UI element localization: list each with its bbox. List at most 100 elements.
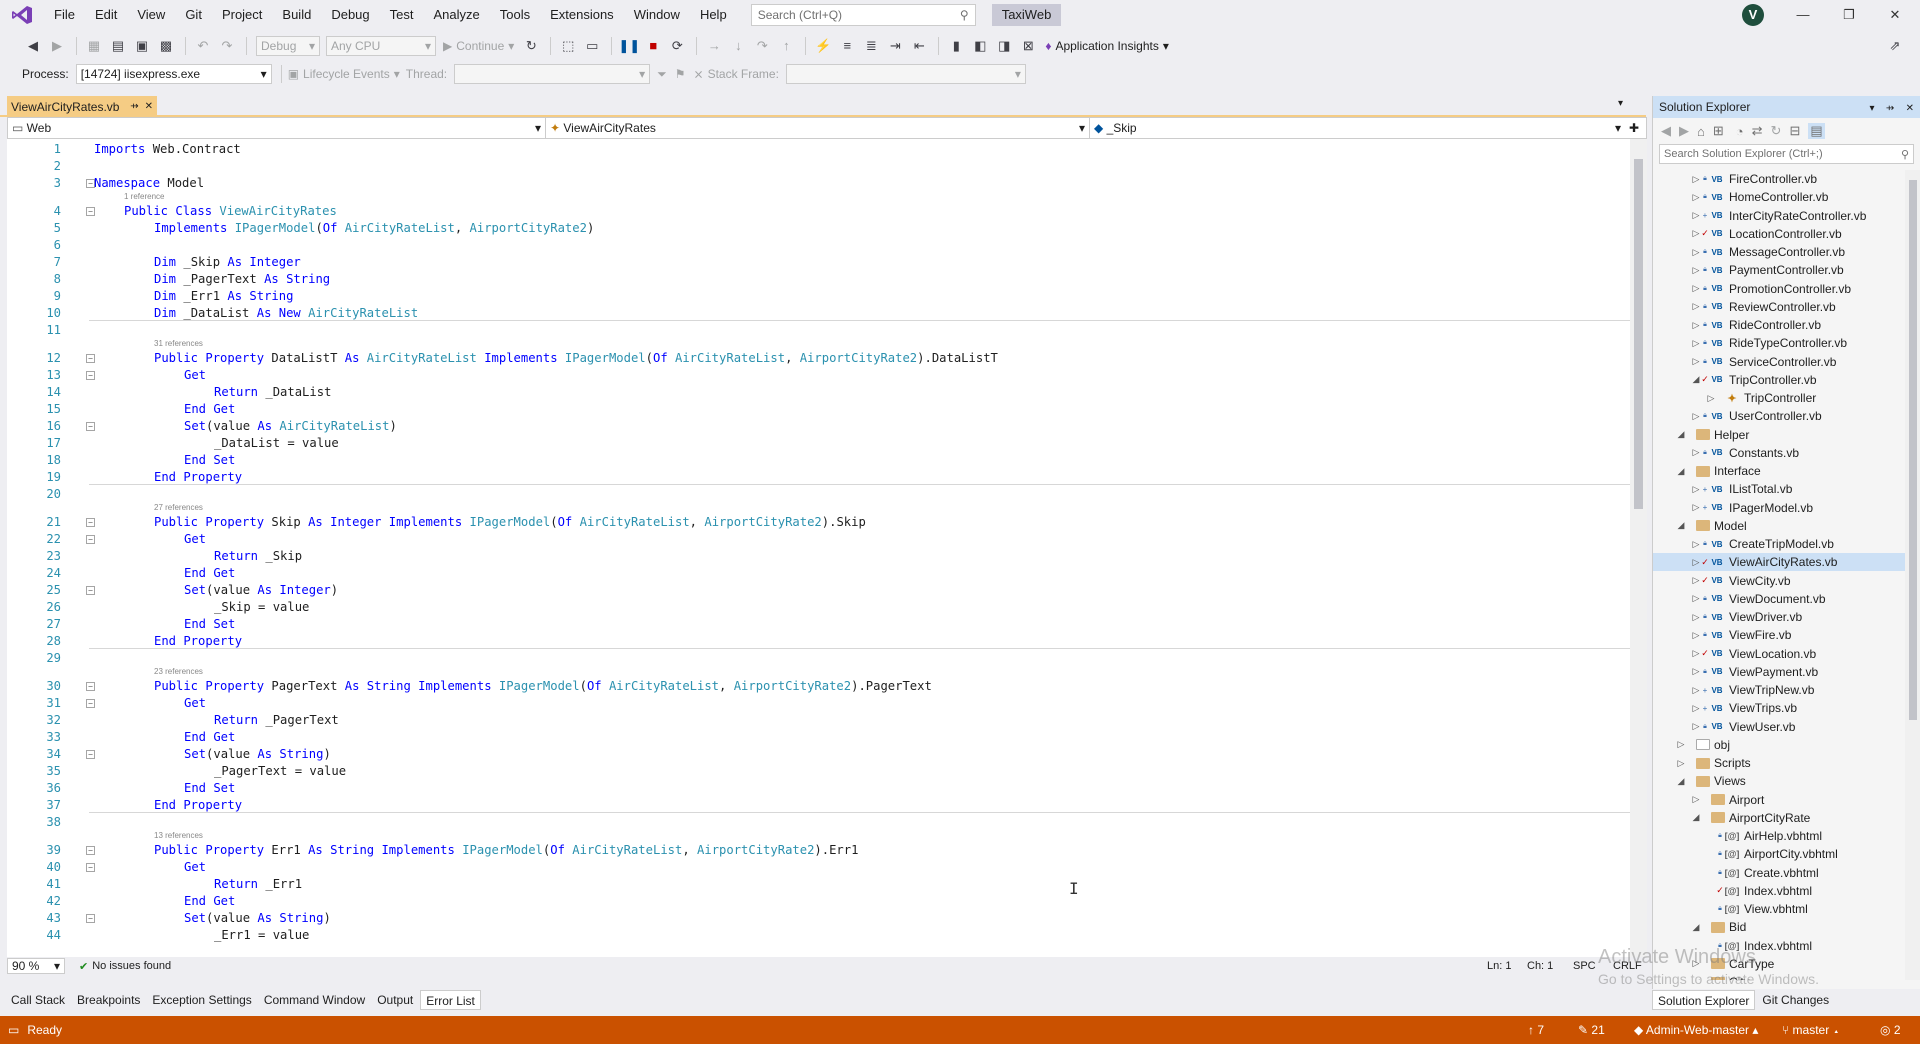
- collapse-region-icon[interactable]: −: [86, 586, 95, 595]
- menu-view[interactable]: View: [127, 0, 175, 30]
- collapse-region-icon[interactable]: −: [86, 682, 95, 691]
- uncomment-icon[interactable]: ≣: [860, 35, 882, 57]
- filter-icon[interactable]: ⏷: [657, 67, 667, 82]
- tree-item[interactable]: ▷ Airport: [1653, 791, 1905, 809]
- collapsed-arrow-icon[interactable]: ▷: [1691, 192, 1701, 203]
- code-line[interactable]: 39 − Public Property Err1 As String Implem…: [7, 842, 1627, 859]
- code-line[interactable]: 11: [7, 322, 1627, 339]
- tree-item[interactable]: ◢ Views: [1653, 772, 1905, 790]
- tree-item[interactable]: ▷ 🔒︎ VB HomeController.vb: [1653, 188, 1905, 206]
- collapse-region-icon[interactable]: −: [86, 422, 95, 431]
- code-line[interactable]: 6: [7, 237, 1627, 254]
- tree-item[interactable]: ◢ ✓ VB TripController.vb: [1653, 371, 1905, 389]
- step-over-icon[interactable]: ↷: [751, 35, 773, 57]
- thread-dropdown[interactable]: ▾: [454, 64, 651, 84]
- tree-item[interactable]: ▷ 🔒︎ VB Constants.vb: [1653, 444, 1905, 462]
- collapsed-arrow-icon[interactable]: ▷: [1691, 210, 1701, 221]
- process-dropdown[interactable]: [14724] iisexpress.exe ▾: [75, 64, 272, 84]
- code-line[interactable]: 5 Implements IPagerModel(Of AirCityRateLi…: [7, 220, 1627, 237]
- collapse-region-icon[interactable]: −: [86, 518, 95, 527]
- hot-reload-icon[interactable]: ⚡: [812, 35, 834, 57]
- tree-item[interactable]: ▷ 🔒︎ VB CreateTripModel.vb: [1653, 535, 1905, 553]
- code-line[interactable]: 42 End Get: [7, 893, 1627, 910]
- show-next-statement-icon[interactable]: →: [703, 35, 725, 57]
- code-line[interactable]: 3− Namespace Model: [7, 175, 1627, 192]
- menu-tools[interactable]: Tools: [490, 0, 540, 30]
- tab-output[interactable]: Output: [372, 990, 418, 1010]
- tab-git-changes[interactable]: Git Changes: [1757, 990, 1834, 1010]
- window-position-icon[interactable]: ▾: [1870, 103, 1875, 114]
- pin-icon[interactable]: ⇸: [130, 101, 138, 112]
- stop-icon[interactable]: ■: [642, 35, 664, 57]
- code-line[interactable]: 25 − Set(value As Integer): [7, 582, 1627, 599]
- collapse-region-icon[interactable]: −: [86, 699, 95, 708]
- code-line[interactable]: 43 − Set(value As String): [7, 910, 1627, 927]
- collapsed-arrow-icon[interactable]: ▷: [1691, 283, 1701, 294]
- tree-item[interactable]: ▷ + VB IPagerModel.vb: [1653, 499, 1905, 517]
- code-line[interactable]: 7 Dim _Skip As Integer: [7, 254, 1627, 271]
- switch-views-icon[interactable]: ⊞: [1713, 123, 1724, 139]
- forward-icon[interactable]: ▶: [1679, 123, 1689, 139]
- tree-item[interactable]: ▷ 🔒︎ VB ReviewController.vb: [1653, 298, 1905, 316]
- tree-item[interactable]: ✓ [@] Index.vbhtml: [1653, 882, 1905, 900]
- save-icon[interactable]: ▣: [131, 35, 153, 57]
- tree-item[interactable]: ▷ 🔒︎ VB ViewUser.vb: [1653, 718, 1905, 736]
- collapsed-arrow-icon[interactable]: ▷: [1691, 557, 1701, 568]
- tree-item[interactable]: ◢ Interface: [1653, 462, 1905, 480]
- undo-icon[interactable]: ↶: [192, 35, 214, 57]
- ln-indicator[interactable]: Ln: 1: [1487, 960, 1511, 972]
- code-line[interactable]: 2: [7, 158, 1627, 175]
- open-file-icon[interactable]: ▤: [107, 35, 129, 57]
- menu-build[interactable]: Build: [272, 0, 321, 30]
- save-all-icon[interactable]: ▩: [155, 35, 177, 57]
- lifecycle-events-label[interactable]: Lifecycle Events: [303, 67, 390, 81]
- collapsed-arrow-icon[interactable]: ▷: [1691, 484, 1701, 495]
- collapsed-arrow-icon[interactable]: ▷: [1691, 575, 1701, 586]
- home-icon[interactable]: ⌂: [1697, 124, 1705, 139]
- tree-item[interactable]: ▷ 🔒︎ VB UserController.vb: [1653, 407, 1905, 425]
- redo-icon[interactable]: ↷: [216, 35, 238, 57]
- code-lens-references[interactable]: 27 references: [154, 503, 203, 513]
- collapsed-arrow-icon[interactable]: ▷: [1676, 758, 1686, 769]
- publish-indicator[interactable]: ↑ 7: [1528, 1023, 1544, 1037]
- code-line[interactable]: 17 _DataList = value: [7, 435, 1627, 452]
- repository-indicator[interactable]: ◆ Admin-Web-master ▴: [1634, 1023, 1758, 1037]
- code-line[interactable]: 33 End Get: [7, 729, 1627, 746]
- code-line[interactable]: 36 End Set: [7, 780, 1627, 797]
- ch-indicator[interactable]: Ch: 1: [1527, 960, 1553, 972]
- menu-analyze[interactable]: Analyze: [423, 0, 489, 30]
- tree-item[interactable]: ◢ AirportCityRate: [1653, 809, 1905, 827]
- issues-label[interactable]: No issues found: [92, 960, 171, 972]
- collapsed-arrow-icon[interactable]: ▷: [1691, 356, 1701, 367]
- tree-item[interactable]: 🔒︎ [@] View.vbhtml: [1653, 900, 1905, 918]
- tree-item[interactable]: ▷ 🔒︎ VB ViewFire.vb: [1653, 626, 1905, 644]
- tree-item[interactable]: ▷ Scripts: [1653, 754, 1905, 772]
- close-panel-icon[interactable]: ✕: [1906, 103, 1914, 114]
- code-line[interactable]: 31 − Get: [7, 695, 1627, 712]
- editor-vertical-scrollbar[interactable]: [1630, 139, 1647, 957]
- platform-dropdown[interactable]: Any CPU ▾: [326, 35, 436, 56]
- collapsed-arrow-icon[interactable]: ▷: [1691, 411, 1701, 422]
- collapsed-arrow-icon[interactable]: ▷: [1691, 666, 1701, 677]
- menu-test[interactable]: Test: [380, 0, 424, 30]
- tab-call-stack[interactable]: Call Stack: [6, 990, 70, 1010]
- code-line[interactable]: 9 Dim _Err1 As String: [7, 288, 1627, 305]
- tree-item[interactable]: ▷ + VB ViewTripNew.vb: [1653, 681, 1905, 699]
- tab-overflow-icon[interactable]: ▾: [1618, 98, 1623, 109]
- tree-item[interactable]: ▷ ✓ VB LocationController.vb: [1653, 225, 1905, 243]
- code-line[interactable]: 20: [7, 486, 1627, 503]
- code-lens-references[interactable]: 23 references: [154, 667, 203, 677]
- collapsed-arrow-icon[interactable]: ▷: [1691, 338, 1701, 349]
- configuration-dropdown[interactable]: Debug ▾: [256, 35, 320, 56]
- branch-indicator[interactable]: ⑂ master ▴: [1782, 1023, 1840, 1037]
- menu-help[interactable]: Help: [690, 0, 737, 30]
- class-nav-dropdown[interactable]: ✦ ViewAirCityRates ▾: [546, 118, 1090, 138]
- code-line[interactable]: 8 Dim _PagerText As String: [7, 271, 1627, 288]
- tree-item[interactable]: ▷ obj: [1653, 736, 1905, 754]
- code-line[interactable]: 41 Return _Err1: [7, 876, 1627, 893]
- expanded-arrow-icon[interactable]: ◢: [1676, 466, 1686, 477]
- tree-item[interactable]: ▷ 🔒︎ VB ViewDriver.vb: [1653, 608, 1905, 626]
- code-lens-references[interactable]: 31 references: [154, 339, 203, 349]
- collapsed-arrow-icon[interactable]: ▷: [1691, 612, 1701, 623]
- new-project-icon[interactable]: ▦: [83, 35, 105, 57]
